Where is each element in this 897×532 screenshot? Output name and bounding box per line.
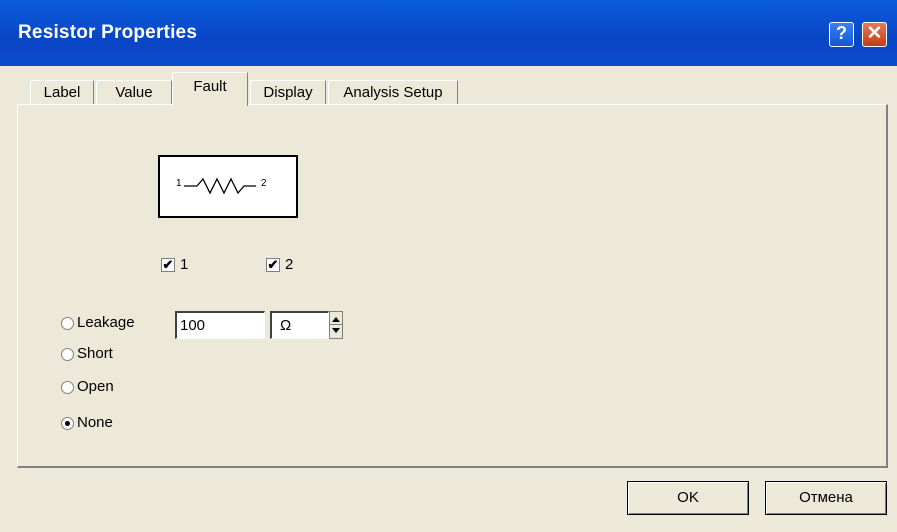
window-title: Resistor Properties (18, 22, 198, 43)
ok-button[interactable]: OK (627, 481, 749, 515)
pin-2-checkbox[interactable]: ✔ (266, 258, 280, 272)
tab-analysis-setup-text: Analysis Setup (343, 84, 443, 101)
tab-value[interactable]: Value (96, 80, 172, 105)
tab-panel (17, 104, 888, 468)
resistor-icon (184, 177, 256, 195)
tab-value-text: Value (115, 84, 153, 101)
help-icon: ? (836, 23, 847, 43)
cancel-button[interactable]: Отмена (765, 481, 887, 515)
help-button[interactable]: ? (829, 22, 854, 47)
cancel-button-label: Отмена (799, 489, 853, 506)
pin-1-checkbox[interactable]: ✔ (161, 258, 175, 272)
close-icon: ✕ (866, 23, 883, 44)
radio-short[interactable] (61, 348, 74, 361)
radio-none-label: None (77, 414, 113, 431)
spin-up-icon[interactable] (332, 317, 340, 322)
unit-spinner[interactable] (329, 311, 343, 339)
tab-label-text: Label (43, 84, 81, 101)
tab-display[interactable]: Display (250, 80, 326, 105)
tab-display-text: Display (263, 84, 313, 101)
radio-leakage-label: Leakage (77, 314, 135, 331)
resistor-symbol: 1 2 (158, 155, 298, 218)
symbol-pin2-label: 2 (261, 178, 267, 189)
close-button[interactable]: ✕ (862, 22, 887, 47)
radio-open-label: Open (77, 378, 114, 395)
tab-label[interactable]: Label (30, 80, 94, 105)
symbol-pin1-label: 1 (176, 178, 182, 189)
radio-leakage[interactable] (61, 317, 74, 330)
spin-down-icon[interactable] (332, 328, 340, 333)
pin-2-label: 2 (285, 256, 294, 273)
leakage-unit-field[interactable]: Ω (270, 311, 329, 339)
radio-short-label: Short (77, 345, 113, 362)
spin-divider (330, 324, 342, 325)
ok-button-label: OK (677, 489, 699, 506)
pin-1-label: 1 (180, 256, 189, 273)
radio-open[interactable] (61, 381, 74, 394)
title-bar: Resistor Properties ? ✕ (0, 0, 897, 66)
tab-fault[interactable]: Fault (172, 72, 248, 106)
tab-fault-text: Fault (193, 78, 227, 95)
leakage-value-input[interactable]: 100 (175, 311, 265, 339)
radio-none-dot (65, 421, 70, 426)
radio-none[interactable] (61, 417, 74, 430)
tab-analysis-setup[interactable]: Analysis Setup (328, 80, 458, 105)
